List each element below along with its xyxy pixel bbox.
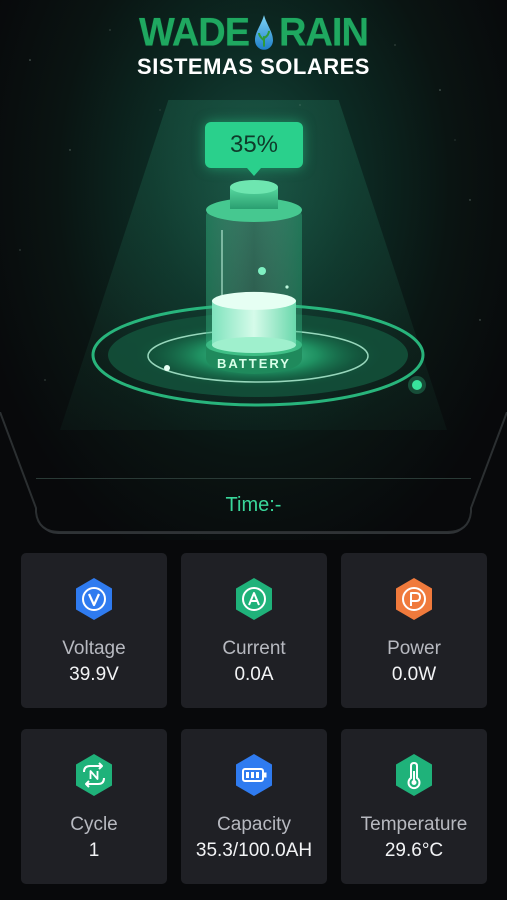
stat-card-voltage[interactable]: Voltage 39.9V	[21, 553, 167, 708]
stat-card-temperature[interactable]: Temperature 29.6°C	[341, 729, 487, 884]
stat-value: 35.3/100.0AH	[195, 840, 313, 861]
stat-value: 0.0A	[234, 664, 274, 685]
stat-value: 39.9V	[69, 664, 119, 685]
stat-label: Capacity	[217, 814, 291, 835]
stat-card-capacity[interactable]: Capacity 35.3/100.0AH	[181, 729, 327, 884]
stat-label: Voltage	[62, 638, 126, 659]
stat-card-cycle[interactable]: Cycle 1	[21, 729, 167, 884]
stat-label: Cycle	[70, 814, 118, 835]
logo-subtitle: SISTEMAS SOLARES	[137, 54, 370, 79]
stat-value: 29.6°C	[384, 840, 444, 861]
power-icon	[396, 578, 432, 620]
logo-brand-left: WADE	[139, 10, 250, 56]
stat-label: Current	[222, 638, 286, 659]
battery-illustration: BATTERY	[91, 180, 426, 407]
battery-base-label: BATTERY	[217, 356, 291, 371]
battery-percent-badge: 35%	[205, 122, 303, 176]
stat-label: Power	[387, 638, 441, 659]
stat-card-power[interactable]: Power 0.0W	[341, 553, 487, 708]
voltage-icon	[76, 578, 112, 620]
current-icon	[236, 578, 272, 620]
capacity-icon	[236, 754, 272, 796]
stat-value: 0.0W	[391, 664, 437, 685]
stat-card-current[interactable]: Current 0.0A	[181, 553, 327, 708]
water-drop-icon	[255, 15, 274, 50]
brand-logo: WADE RAIN SISTEMAS SOLARES	[0, 10, 507, 80]
stat-value: 1	[88, 840, 100, 861]
logo-brand-right: RAIN	[279, 10, 369, 56]
stat-label: Temperature	[360, 814, 468, 835]
cycle-icon	[76, 754, 112, 796]
time-remaining: Time:-	[36, 478, 471, 534]
thermometer-icon	[396, 754, 432, 796]
